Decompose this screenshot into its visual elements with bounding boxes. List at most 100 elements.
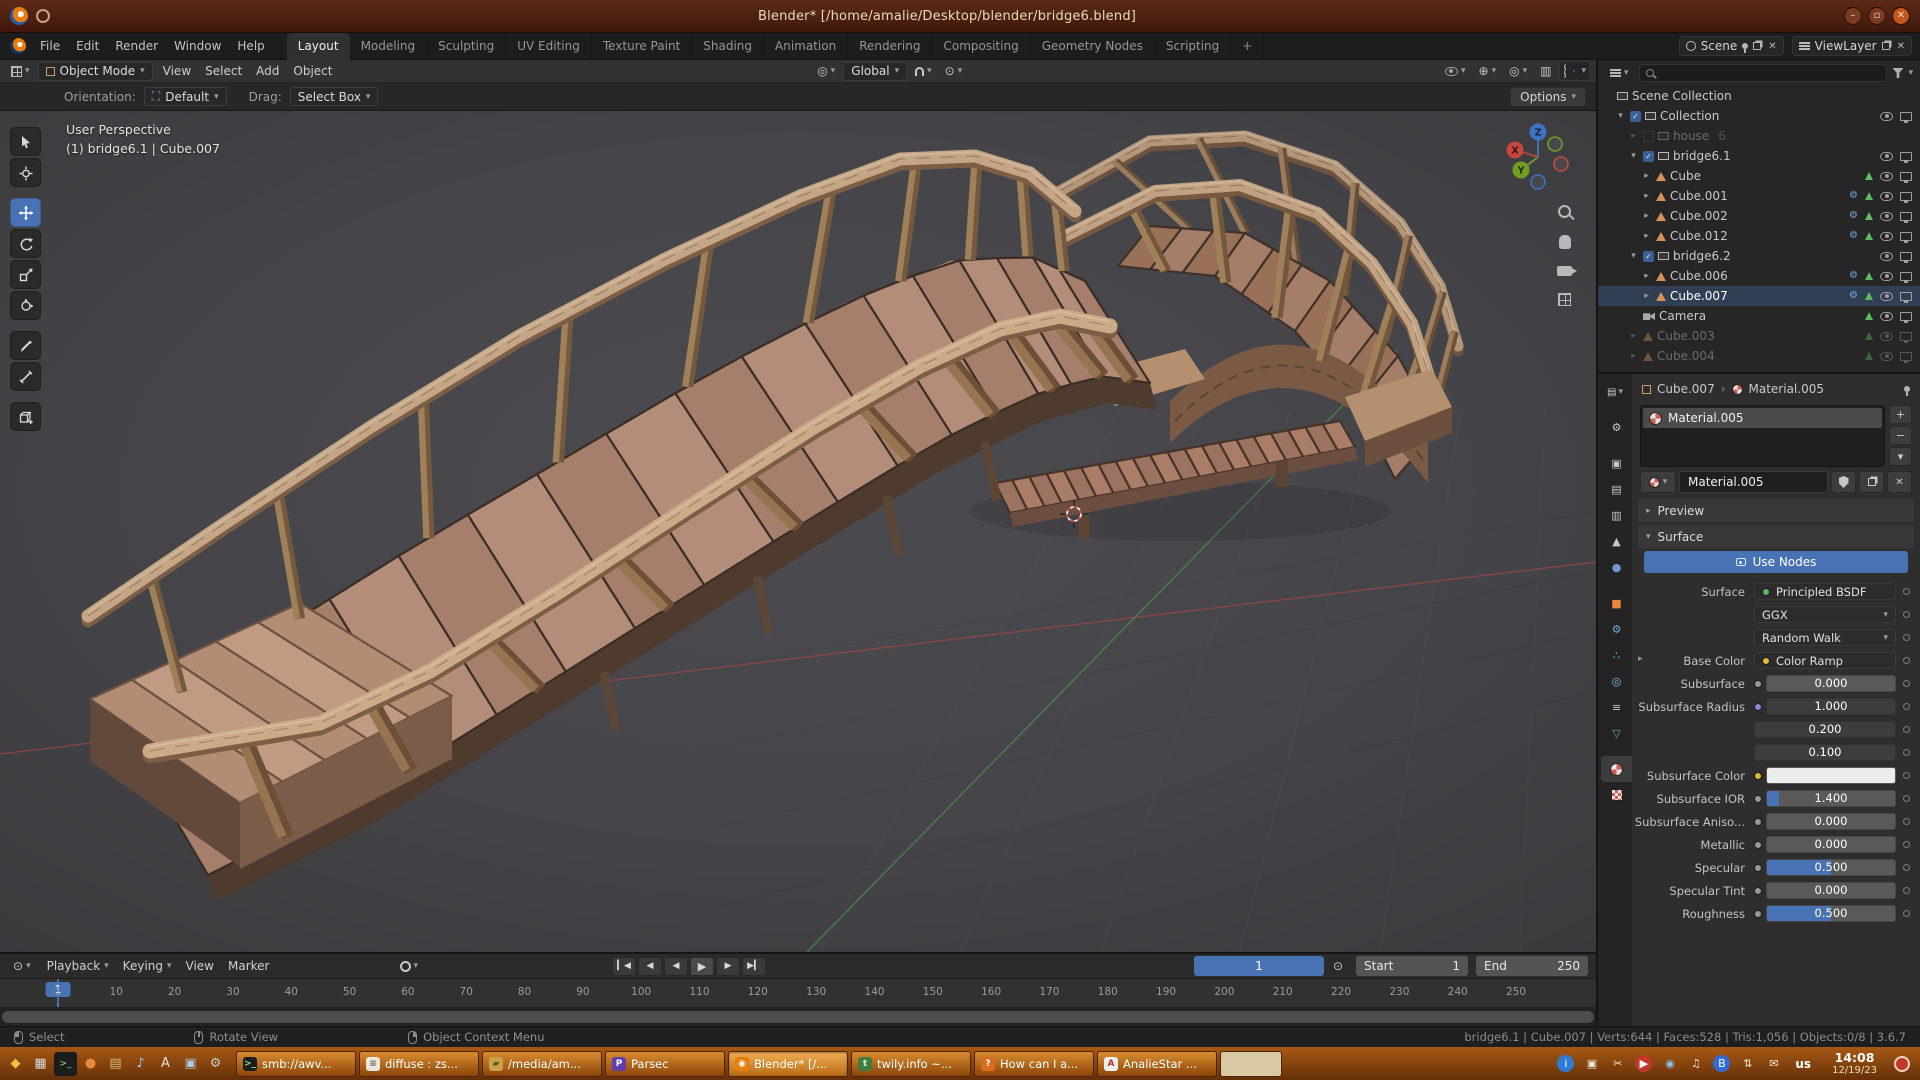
outliner-row[interactable]: ▾✓bridge6.2 (1598, 246, 1920, 266)
launcher-panels-icon[interactable]: ▦ (29, 1052, 52, 1076)
properties-tab-tool[interactable]: ⚙ (1601, 414, 1632, 440)
minimize-button[interactable]: – (1844, 7, 1862, 25)
taskbar-window-parsec[interactable]: PParsec (605, 1051, 725, 1077)
tab-geometry-nodes[interactable]: Geometry Nodes (1031, 33, 1155, 60)
animate-decorator-icon[interactable] (1903, 726, 1910, 733)
tab-animation[interactable]: Animation (764, 33, 848, 60)
tab-layout[interactable]: Layout (287, 33, 350, 60)
zoom-icon[interactable] (1558, 205, 1571, 218)
menu-help[interactable]: Help (229, 33, 272, 59)
visibility-dropdown-icon[interactable]: ▾ (1440, 64, 1471, 78)
filter-icon[interactable] (1892, 68, 1903, 78)
play-button[interactable]: ▶ (690, 957, 714, 976)
disclosure-icon[interactable]: ▸ (1641, 291, 1652, 301)
outliner-search-input[interactable] (1639, 64, 1888, 82)
timeline-menu-marker[interactable]: Marker (221, 959, 276, 973)
maximize-button[interactable]: ▫ (1868, 7, 1886, 25)
snapping-icon[interactable]: ▾ (910, 64, 937, 78)
material-slot-item[interactable]: Material.005 (1643, 408, 1882, 428)
taskbar-window-terminal[interactable]: >_smb://awv... (236, 1051, 356, 1077)
ortho-toggle-icon[interactable] (1558, 293, 1571, 306)
untitled-window-button[interactable] (1220, 1051, 1282, 1077)
launcher-screens-icon[interactable]: ▣ (179, 1052, 202, 1076)
tray-volume-icon[interactable]: ♫ (1687, 1055, 1704, 1072)
frame-start-field[interactable]: Start 1 (1356, 956, 1468, 976)
properties-tab-particles[interactable]: ∴ (1601, 642, 1632, 668)
viewport-menu-view[interactable]: View (156, 60, 198, 82)
taskbar-window-document[interactable]: ≡diffuse : zs... (359, 1051, 479, 1077)
viewport-3d[interactable]: User Perspective (1) bridge6.1 | Cube.00… (0, 111, 1596, 952)
outliner-row[interactable]: ▸Cube.007⚙ (1598, 286, 1920, 306)
outliner-row[interactable]: ▸Cube.002⚙ (1598, 206, 1920, 226)
viewport-menu-object[interactable]: Object (286, 60, 339, 82)
tray-display-icon[interactable]: ▣ (1583, 1055, 1600, 1072)
disable-in-renders-toggle[interactable] (1900, 232, 1912, 241)
launcher-terminal-icon[interactable]: >_ (54, 1052, 77, 1076)
outliner-row[interactable]: ▸Cube.003 (1598, 326, 1920, 346)
orientation-dropdown[interactable]: Global ▾ (843, 62, 907, 81)
remove-slot-button[interactable]: − (1889, 426, 1912, 445)
next-keyframe-button[interactable]: ▶ (716, 957, 740, 976)
unlink-scene-icon[interactable]: ✕ (1768, 41, 1776, 52)
tab-uv-editing[interactable]: UV Editing (506, 33, 592, 60)
shading-material-preview[interactable] (1573, 70, 1575, 72)
timeline-ruler[interactable]: 1 11020304050607080901001101201301401501… (0, 979, 1596, 1008)
viewport-menu-select[interactable]: Select (198, 60, 249, 82)
enum-dropdown[interactable]: GGX▾ (1754, 606, 1896, 623)
shading-wireframe[interactable] (1563, 63, 1567, 79)
taskbar-window-folder[interactable]: ▰/media/am... (482, 1051, 602, 1077)
properties-editor-icon[interactable]: ▤▾ (1598, 380, 1632, 404)
shading-rendered[interactable] (1577, 70, 1579, 72)
current-frame-field[interactable]: 1 (1194, 956, 1324, 976)
value-slider[interactable]: 0.500 (1766, 905, 1896, 922)
rotate-tool[interactable] (10, 229, 41, 258)
properties-tab-view-layer[interactable]: ▥ (1601, 502, 1632, 528)
outliner-row[interactable]: ▸Cube (1598, 166, 1920, 186)
slot-specials-button[interactable]: ▾ (1889, 447, 1912, 466)
drag-dropdown[interactable]: Select Box ▾ (290, 87, 379, 106)
power-button[interactable] (1894, 1056, 1910, 1072)
node-menu-field[interactable]: Principled BSDF (1754, 583, 1896, 600)
launcher-media-icon[interactable]: ♪ (129, 1052, 152, 1076)
tab-modeling[interactable]: Modeling (350, 33, 428, 60)
hide-in-viewport-toggle[interactable] (1880, 272, 1893, 281)
disclosure-icon[interactable]: ▾ (1628, 251, 1639, 261)
breadcrumb-material[interactable]: Material.005 (1749, 382, 1824, 396)
taskbar-window-chat[interactable]: AAnalieStar ... (1097, 1051, 1217, 1077)
disclosure-icon[interactable]: ▸ (1628, 351, 1639, 361)
pan-icon[interactable] (1559, 235, 1571, 249)
disclosure-icon[interactable]: ▾ (1615, 111, 1626, 121)
value-slider[interactable]: 0.000 (1766, 836, 1896, 853)
blender-menu-icon[interactable] (10, 38, 26, 54)
pin-icon[interactable] (1742, 43, 1748, 49)
new-view-layer-icon[interactable] (1882, 42, 1890, 50)
disclosure-icon[interactable]: ▸ (1628, 131, 1639, 141)
outliner-row[interactable]: ▸Cube.004 (1598, 346, 1920, 366)
material-name-field[interactable]: Material.005 (1679, 471, 1828, 493)
launcher-files-icon[interactable]: ▤ (104, 1052, 127, 1076)
animate-decorator-icon[interactable] (1903, 910, 1910, 917)
disable-in-renders-toggle[interactable] (1900, 312, 1912, 321)
transform-pivot-icon[interactable]: ◎▾ (812, 62, 840, 80)
timeline-menu-keying[interactable]: Keying▾ (116, 959, 179, 973)
number-field[interactable]: 1.000 (1766, 698, 1896, 715)
animate-decorator-icon[interactable] (1903, 634, 1910, 641)
clock[interactable]: 14:08 12/19/23 (1832, 1051, 1877, 1077)
keyboard-layout-indicator[interactable]: us (1795, 1057, 1811, 1071)
disclosure-icon[interactable]: ▸ (1641, 271, 1652, 281)
animate-decorator-icon[interactable] (1903, 657, 1910, 664)
disclosure-icon[interactable]: ▾ (1628, 151, 1639, 161)
collection-checkbox[interactable] (1643, 131, 1654, 142)
preview-panel-header[interactable]: ▸ Preview (1638, 499, 1914, 522)
animate-decorator-icon[interactable] (1903, 795, 1910, 802)
value-slider[interactable]: 0.000 (1766, 882, 1896, 899)
hide-in-viewport-toggle[interactable] (1880, 192, 1893, 201)
animate-decorator-icon[interactable] (1903, 772, 1910, 779)
properties-tab-scene[interactable]: ▲ (1601, 528, 1632, 554)
enum-dropdown[interactable]: Random Walk▾ (1754, 629, 1896, 646)
disable-in-renders-toggle[interactable] (1900, 192, 1912, 201)
menu-file[interactable]: File (32, 33, 68, 59)
animate-decorator-icon[interactable] (1903, 680, 1910, 687)
hide-in-viewport-toggle[interactable] (1880, 332, 1893, 341)
surface-panel-header[interactable]: ▾ Surface (1638, 525, 1914, 548)
